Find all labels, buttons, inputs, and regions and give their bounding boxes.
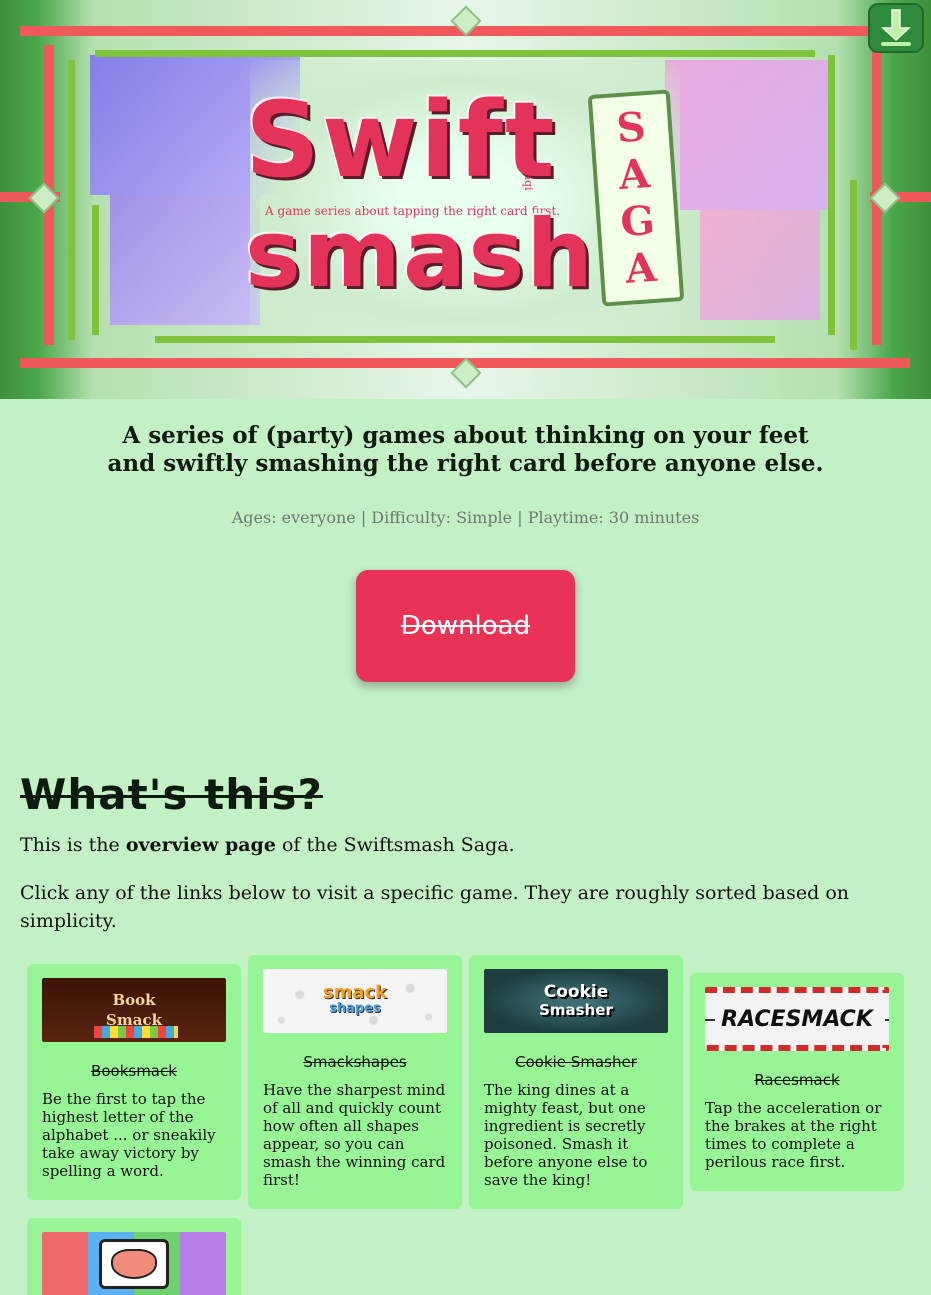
section-title-whats-this: What's this? <box>20 770 323 819</box>
game-card-smackshapes[interactable]: smack shapes Smackshapes Have the sharpe… <box>248 955 462 1209</box>
thumb-title-line2: shapes <box>329 1001 381 1016</box>
frame-bar <box>68 60 75 340</box>
about-p1-before: This is the <box>20 834 126 856</box>
thumb-title-line1: RACESMACK <box>717 1006 877 1032</box>
game-card-racesmack[interactable]: RACESMACK Racesmack Tap the acceleration… <box>690 973 904 1191</box>
saga-letter: A <box>623 243 659 293</box>
banner-byline: By Pandaqi <box>522 128 535 191</box>
game-card-description: Be the first to tap the highest letter o… <box>42 1090 216 1180</box>
tagline-line2: and swiftly smashing the right card befo… <box>107 450 824 477</box>
face-shape <box>111 1249 157 1279</box>
tagline-line1: A series of (party) games about thinking… <box>122 422 809 449</box>
game-card-title: Cookie Smasher <box>515 1053 637 1071</box>
game-card-booksmack[interactable]: Book Smack Booksmack Be the first to tap… <box>27 964 241 1200</box>
thumb-title-line1: Book <box>112 991 156 1009</box>
thumb-title-line1: smack <box>322 982 388 1003</box>
frame-bar <box>20 26 870 36</box>
tagline: A series of (party) games about thinking… <box>0 422 931 478</box>
frame-bar <box>155 336 775 343</box>
game-thumbnail: Book Smack <box>42 978 226 1042</box>
download-arrow-icon[interactable] <box>868 3 924 53</box>
frame-bar <box>92 205 99 335</box>
glass-panel <box>700 210 820 320</box>
game-thumbnail <box>42 1232 226 1295</box>
about-paragraph-2: Click any of the links below to visit a … <box>20 882 850 932</box>
saga-badge: S A G A <box>587 89 685 307</box>
thumb-title: smack shapes <box>322 982 388 1017</box>
glass-panel <box>110 195 260 325</box>
thumb-title: Cookie Smasher <box>539 983 613 1019</box>
game-card-5[interactable] <box>27 1218 241 1295</box>
download-arrow-icon-graphic <box>881 9 911 46</box>
saga-letter: A <box>617 149 652 199</box>
game-card-description: Have the sharpest mind of all and quickl… <box>263 1081 446 1189</box>
game-card-title: Booksmack <box>91 1062 177 1080</box>
about-paragraph-1: This is the overview page of the Swiftsm… <box>20 831 910 859</box>
frame-bar <box>95 50 815 57</box>
game-card-description: The king dines at a mighty feast, but on… <box>484 1081 648 1189</box>
face-graphic <box>99 1239 169 1289</box>
header-banner: Swift A game series about tapping the ri… <box>0 0 931 399</box>
thumb-title-line2: Smasher <box>539 1001 613 1019</box>
bookshelf-graphic <box>94 1026 178 1038</box>
game-card-title: Racesmack <box>754 1071 840 1089</box>
banner-title-line1: Swift <box>245 79 557 201</box>
thumb-title: Book Smack <box>106 990 162 1030</box>
frame-bar <box>850 180 857 350</box>
thumb-title-line1: Cookie <box>543 982 609 1002</box>
game-thumbnail: Cookie Smasher <box>484 969 668 1033</box>
about-p1-after: of the Swiftsmash Saga. <box>275 834 515 856</box>
glass-panel <box>665 60 830 210</box>
saga-letter: G <box>618 196 657 246</box>
tape-decoration <box>28 182 60 214</box>
download-button[interactable]: Download <box>356 570 575 682</box>
game-thumbnail: smack shapes <box>263 969 447 1033</box>
about-p1-bold: overview page <box>125 834 276 856</box>
saga-letter: S <box>614 102 648 152</box>
game-card-cookie-smasher[interactable]: Cookie Smasher Cookie Smasher The king d… <box>469 955 683 1209</box>
game-card-title: Smackshapes <box>303 1053 407 1071</box>
frame-bar <box>828 55 835 335</box>
game-card-description: Tap the acceleration or the brakes at th… <box>705 1099 882 1171</box>
game-meta: Ages: everyone | Difficulty: Simple | Pl… <box>231 508 700 527</box>
game-thumbnail: RACESMACK <box>705 987 889 1051</box>
banner-title-line2: smash <box>245 200 596 309</box>
